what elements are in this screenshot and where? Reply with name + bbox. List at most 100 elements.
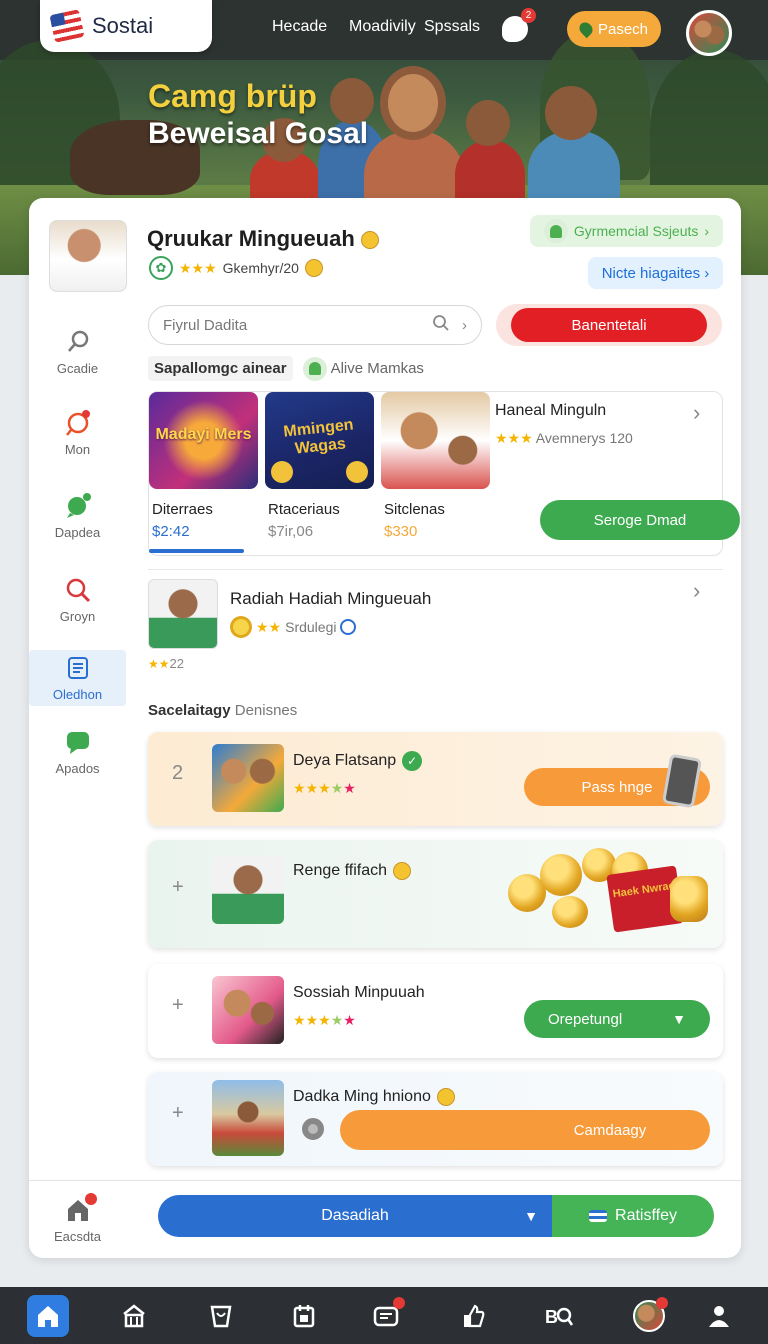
app-logo[interactable]: Sostai bbox=[40, 0, 212, 52]
search-placeholder: Fiyrul Dadita bbox=[163, 316, 248, 334]
dasadiah-dropdown[interactable]: Dasadiah ▼ bbox=[158, 1195, 552, 1237]
profile-meta-text: Gkemhyr/20 bbox=[222, 260, 299, 276]
pasech-button[interactable]: Pasech bbox=[567, 11, 661, 47]
alive-mamkas-tag[interactable]: Alive Mamkas bbox=[302, 356, 424, 381]
search-field[interactable]: Fiyrul Dadita › bbox=[148, 305, 482, 345]
sidebar-item-mon[interactable]: Mon bbox=[29, 405, 126, 461]
bottom-action-bar: Dasadiah ▼ Ratisffey bbox=[158, 1195, 714, 1237]
tab-account[interactable] bbox=[698, 1295, 740, 1337]
location-pin-icon bbox=[576, 19, 596, 39]
game-progress-bar bbox=[149, 549, 244, 553]
chip-green-link[interactable]: Gyrmemcial Ssjeuts › bbox=[530, 215, 723, 247]
ratisffey-label: Ratisffey bbox=[615, 1207, 677, 1224]
chevron-down-icon: ▼ bbox=[524, 1208, 538, 1224]
chevron-right-icon[interactable]: › bbox=[693, 400, 700, 426]
game-label: Rtaceriaus bbox=[268, 501, 340, 518]
sidebar-item-label: Groyn bbox=[59, 608, 96, 624]
profile-photo[interactable] bbox=[49, 220, 127, 292]
sidebar-item-oledhon[interactable]: Oledhon bbox=[29, 650, 126, 706]
tab-store[interactable] bbox=[113, 1295, 155, 1337]
banentetali-label: Banentetali bbox=[511, 308, 707, 342]
android-icon bbox=[543, 219, 568, 243]
list-item-title: Deya Flatsanp ✓ bbox=[293, 751, 423, 771]
sidebar-item-label: Mon bbox=[64, 441, 91, 457]
list-item-image bbox=[212, 856, 284, 924]
rating-stars: ★★★ bbox=[179, 259, 217, 276]
subhead-title: Sapallomgc ainear bbox=[148, 356, 293, 381]
alive-mamkas-label: Alive Mamkas bbox=[330, 360, 424, 377]
list-icon bbox=[65, 655, 91, 681]
list-item-add[interactable]: + bbox=[172, 994, 184, 1017]
sidebar-item-eacsdta[interactable]: Eacsdta bbox=[29, 1190, 126, 1250]
sidebar-item-gcadie[interactable]: Gcadie bbox=[29, 324, 126, 380]
emoji-face-icon bbox=[304, 259, 323, 277]
list-item[interactable]: 2 Deya Flatsanp ✓ ★★★★★ Pass hnge bbox=[148, 732, 723, 826]
dasadiah-label: Dasadiah bbox=[321, 1207, 389, 1224]
game-price: $2:42 bbox=[152, 523, 190, 540]
camdaagy-button[interactable]: Camdaagy bbox=[340, 1110, 710, 1150]
ratisffey-button[interactable]: Ratisffey bbox=[552, 1195, 714, 1237]
list-item-title: Sossiah Minpuuah bbox=[293, 984, 425, 1001]
game-card[interactable]: Mmingen Wagas Rtaceriaus $7ir,06 bbox=[265, 392, 376, 555]
emoji-face-icon bbox=[393, 862, 411, 880]
featured-photo[interactable] bbox=[148, 579, 218, 649]
user-avatar[interactable] bbox=[686, 10, 732, 56]
android-icon bbox=[302, 356, 327, 381]
sidebar-item-label: Oledhon bbox=[52, 686, 103, 702]
tab-messages[interactable] bbox=[365, 1295, 407, 1337]
seroge-dmad-button[interactable]: Seroge Dmad bbox=[540, 500, 740, 540]
chip-blue-link[interactable]: Nicte hiagaites › bbox=[588, 257, 723, 289]
list-item-title: Dadka Ming hniono bbox=[293, 1088, 455, 1106]
tab-profile-photo[interactable] bbox=[628, 1295, 670, 1337]
sidebar-item-dapdea[interactable]: Dapdea bbox=[29, 488, 126, 544]
gold-coin-icon bbox=[552, 896, 588, 928]
sidebar-item-label: Eacsdta bbox=[54, 1228, 101, 1244]
game-artwork-text: Mmingen Wagas bbox=[282, 416, 355, 458]
divider bbox=[148, 569, 723, 570]
svg-text:B: B bbox=[545, 1307, 558, 1327]
list-item-add[interactable]: + bbox=[172, 876, 184, 899]
gold-coin-icon bbox=[540, 854, 582, 896]
nav-link-hecade[interactable]: Hecade bbox=[272, 18, 327, 36]
games-row: Madayi Mers Diterraes $2:42 Mmingen Waga… bbox=[148, 391, 740, 556]
sidebar-item-groyn[interactable]: Groyn bbox=[29, 572, 126, 628]
banentetali-button[interactable]: Banentetali bbox=[496, 304, 722, 346]
radio-icon[interactable] bbox=[302, 1118, 324, 1140]
tab-home[interactable] bbox=[27, 1295, 69, 1337]
notification-badge: 2 bbox=[521, 8, 536, 23]
coin-icon bbox=[230, 616, 252, 638]
tab-calendar[interactable] bbox=[283, 1295, 325, 1337]
chip-blue-label: Nicte hiagaites bbox=[601, 264, 701, 282]
list-item-title: Renge ffifach bbox=[293, 862, 411, 880]
game-card[interactable]: Sitclenas $330 bbox=[381, 392, 492, 555]
emoji-face-icon bbox=[436, 1088, 455, 1106]
notification-icon[interactable]: 2 bbox=[502, 8, 536, 42]
verified-badge-icon: ✿ bbox=[149, 256, 173, 280]
game-artwork: Madayi Mers bbox=[149, 392, 258, 489]
list-item[interactable]: + Sossiah Minpuuah ★★★★★ Orepetungl ▼ bbox=[148, 964, 723, 1058]
sidebar-item-label: Apados bbox=[55, 760, 100, 776]
divider bbox=[29, 1180, 741, 1181]
list-item[interactable]: + Renge ffifach Haek Nwrac bbox=[148, 840, 723, 948]
game-artwork bbox=[381, 392, 490, 489]
nav-link-moadivily[interactable]: Moadivily bbox=[349, 18, 416, 36]
bottom-tab-bar: B bbox=[0, 1287, 768, 1344]
nav-link-spssals[interactable]: Spssals bbox=[424, 18, 480, 36]
orepetungl-dropdown[interactable]: Orepetungl ▼ bbox=[524, 1000, 710, 1038]
logo-text: Sostai bbox=[92, 13, 154, 38]
sidebar-item-apados[interactable]: Apados bbox=[29, 724, 126, 780]
tab-like[interactable] bbox=[452, 1295, 494, 1337]
game-card[interactable]: Madayi Mers Diterraes $2:42 bbox=[149, 392, 260, 555]
thumbs-up-icon bbox=[464, 1304, 485, 1328]
game-label: Diterraes bbox=[152, 501, 213, 518]
profile-name: Qruukar Mingueuah bbox=[147, 226, 379, 252]
home-icon bbox=[65, 1192, 97, 1223]
user-icon bbox=[709, 1306, 729, 1327]
list-item-add[interactable]: + bbox=[172, 1102, 184, 1125]
list-item[interactable]: + Dadka Ming hniono Camdaagy bbox=[148, 1072, 723, 1166]
map-pin-icon bbox=[65, 409, 91, 436]
tab-search[interactable]: B bbox=[538, 1295, 580, 1337]
list-item-image bbox=[212, 744, 284, 812]
chevron-right-icon[interactable]: › bbox=[693, 578, 700, 604]
tab-cart[interactable] bbox=[200, 1295, 242, 1337]
